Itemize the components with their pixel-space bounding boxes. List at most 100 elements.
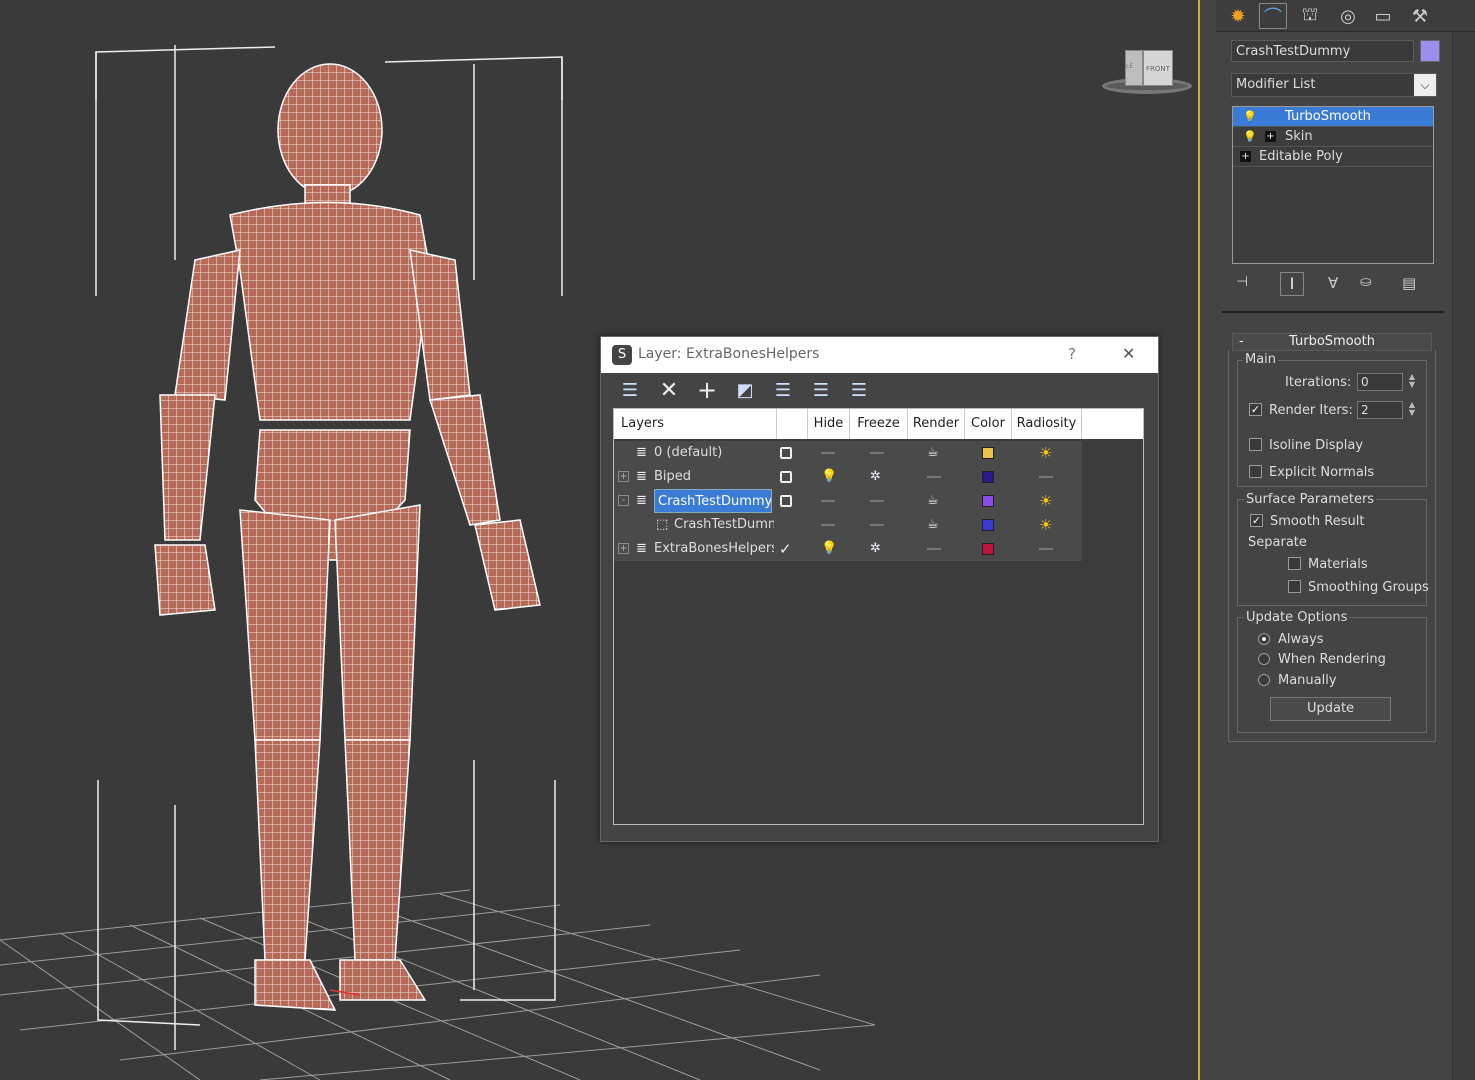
layer-row[interactable]: ≣ 0 (default) ☕ ☀ bbox=[614, 441, 1082, 465]
layer-row[interactable]: ⬚ CrashTestDumm ☕ ☀ bbox=[614, 513, 1082, 537]
remove-modifier-icon[interactable]: ⛀ bbox=[1360, 274, 1372, 290]
current-layer-toggle[interactable] bbox=[780, 471, 792, 483]
configure-sets-icon[interactable]: ▤ bbox=[1402, 274, 1416, 292]
layer-name[interactable]: CrashTestDumm bbox=[674, 513, 774, 537]
spinner-arrows-icon[interactable]: ▲ ▼ bbox=[1406, 401, 1418, 419]
when-rendering-radio[interactable] bbox=[1258, 653, 1270, 665]
isoline-display-checkbox[interactable] bbox=[1249, 438, 1262, 451]
chevron-down-icon[interactable]: ⌵ bbox=[1414, 74, 1436, 96]
smoothing-groups-checkbox[interactable] bbox=[1288, 580, 1301, 593]
materials-checkbox[interactable] bbox=[1288, 557, 1301, 570]
motion-icon[interactable]: ◎ bbox=[1334, 3, 1362, 29]
layer-color-swatch[interactable] bbox=[982, 519, 994, 531]
create-icon[interactable]: ✹ bbox=[1224, 3, 1252, 29]
column-header-render[interactable]: Render bbox=[908, 409, 965, 439]
hide-off[interactable] bbox=[821, 500, 835, 502]
column-header-radiosity[interactable]: Radiosity bbox=[1012, 409, 1082, 439]
radiosity-sun-icon[interactable]: ☀ bbox=[1039, 513, 1052, 537]
freeze-off[interactable] bbox=[870, 452, 884, 454]
renderable-teapot-icon[interactable]: ☕ bbox=[927, 513, 939, 537]
select-layer-icon[interactable]: ☰ bbox=[770, 377, 796, 403]
freeze-off[interactable] bbox=[870, 524, 884, 526]
renderable-teapot-icon[interactable]: ☕ bbox=[927, 441, 939, 465]
render-off[interactable] bbox=[927, 548, 941, 550]
stack-item-editable-poly[interactable]: + Editable Poly bbox=[1233, 147, 1433, 167]
layer-row[interactable]: + ≣ ExtraBonesHelpers ✓ 💡 ✲ bbox=[614, 537, 1082, 561]
collapse-toggle[interactable]: - bbox=[1239, 334, 1244, 350]
collapse-icon[interactable]: - bbox=[618, 495, 629, 506]
current-layer-check-icon[interactable]: ✓ bbox=[779, 537, 792, 561]
pin-stack-icon[interactable]: ⊣ bbox=[1236, 274, 1248, 290]
layer-name[interactable]: 0 (default) bbox=[654, 441, 774, 465]
layer-color-swatch[interactable] bbox=[982, 543, 994, 555]
show-end-result-icon[interactable]: I bbox=[1280, 272, 1304, 296]
expand-icon[interactable]: + bbox=[1240, 151, 1251, 162]
renderable-teapot-icon[interactable]: ☕ bbox=[927, 489, 939, 513]
delete-layer-icon[interactable]: ✕ bbox=[656, 377, 682, 403]
viewcube-front-face[interactable]: FRONT bbox=[1143, 50, 1173, 86]
current-layer-toggle[interactable] bbox=[780, 447, 792, 459]
turbosmooth-rollout-header[interactable]: - TurboSmooth bbox=[1232, 333, 1432, 351]
hidden-bulb-icon[interactable]: 💡 bbox=[821, 537, 837, 561]
panel-scrollbar[interactable] bbox=[1452, 32, 1475, 1080]
close-button[interactable]: ✕ bbox=[1122, 344, 1135, 363]
column-header-current[interactable] bbox=[777, 409, 808, 439]
smooth-result-checkbox[interactable]: ✓ bbox=[1250, 514, 1263, 527]
radiosity-sun-icon[interactable]: ☀ bbox=[1039, 489, 1052, 513]
radiosity-sun-icon[interactable]: ☀ bbox=[1039, 441, 1052, 465]
layer-row[interactable]: + ≣ Biped 💡 ✲ bbox=[614, 465, 1082, 489]
stack-item-skin[interactable]: 💡 + Skin bbox=[1233, 127, 1433, 147]
layer-row[interactable]: - ≣ CrashTestDummy ☕ ☀ bbox=[614, 489, 1082, 513]
create-layer-icon[interactable]: ☰ bbox=[617, 377, 643, 403]
update-button[interactable]: Update bbox=[1270, 697, 1391, 721]
render-off[interactable] bbox=[927, 476, 941, 478]
hierarchy-icon[interactable]: ⛫ bbox=[1296, 3, 1324, 29]
display-icon[interactable]: ▭ bbox=[1369, 3, 1397, 29]
freeze-off[interactable] bbox=[870, 500, 884, 502]
radiosity-off[interactable] bbox=[1039, 476, 1053, 478]
select-objects-in-layer-icon[interactable]: ◩ bbox=[732, 377, 758, 403]
layer-name[interactable]: CrashTestDummy bbox=[654, 489, 772, 513]
render-iters-spinner[interactable]: 2 bbox=[1357, 401, 1403, 419]
hide-off[interactable] bbox=[821, 524, 835, 526]
modifier-list-dropdown[interactable]: Modifier List bbox=[1231, 73, 1437, 97]
hide-freeze-all-icon[interactable]: ☰ bbox=[846, 377, 872, 403]
layer-name[interactable]: Biped bbox=[654, 465, 774, 489]
explicit-normals-checkbox[interactable] bbox=[1249, 465, 1262, 478]
stack-item-turbosmooth[interactable]: 💡 TurboSmooth bbox=[1233, 107, 1433, 127]
expand-icon[interactable]: + bbox=[618, 543, 629, 554]
column-header-layers[interactable]: Layers bbox=[614, 409, 777, 439]
column-header-freeze[interactable]: Freeze bbox=[850, 409, 908, 439]
expand-icon[interactable]: + bbox=[1265, 131, 1276, 142]
column-header-color[interactable]: Color bbox=[965, 409, 1012, 439]
modify-icon[interactable]: ⌒ bbox=[1259, 3, 1287, 29]
render-iters-checkbox[interactable]: ✓ bbox=[1249, 403, 1262, 416]
always-radio[interactable] bbox=[1258, 633, 1270, 645]
add-to-layer-icon[interactable]: + bbox=[694, 376, 720, 404]
make-unique-icon[interactable]: ∀ bbox=[1328, 274, 1338, 292]
current-layer-toggle[interactable] bbox=[780, 495, 792, 507]
dialog-titlebar[interactable]: S Layer: ExtraBonesHelpers ? ✕ bbox=[601, 337, 1158, 373]
radiosity-off[interactable] bbox=[1039, 548, 1053, 550]
expand-icon[interactable]: + bbox=[618, 471, 629, 482]
help-button[interactable]: ? bbox=[1068, 345, 1076, 363]
lightbulb-icon[interactable]: 💡 bbox=[1243, 127, 1257, 147]
object-color-swatch[interactable] bbox=[1420, 40, 1440, 62]
frozen-snowflake-icon[interactable]: ✲ bbox=[870, 465, 881, 489]
frozen-snowflake-icon[interactable]: ✲ bbox=[870, 537, 881, 561]
hidden-bulb-icon[interactable]: 💡 bbox=[821, 465, 837, 489]
spinner-arrows-icon[interactable]: ▲ ▼ bbox=[1406, 373, 1418, 391]
viewcube[interactable]: FRONT LE bbox=[1100, 45, 1195, 100]
layer-color-swatch[interactable] bbox=[982, 471, 994, 483]
utilities-icon[interactable]: ⚒ bbox=[1406, 3, 1434, 29]
layer-color-swatch[interactable] bbox=[982, 495, 994, 507]
object-name-field[interactable]: CrashTestDummy bbox=[1231, 40, 1414, 62]
lightbulb-icon[interactable]: 💡 bbox=[1243, 107, 1257, 127]
layer-name[interactable]: ExtraBonesHelpers bbox=[654, 537, 774, 561]
layer-color-swatch[interactable] bbox=[982, 447, 994, 459]
manually-radio[interactable] bbox=[1258, 674, 1270, 686]
hide-off[interactable] bbox=[821, 452, 835, 454]
iterations-spinner[interactable]: 0 bbox=[1357, 373, 1403, 391]
set-current-layer-icon[interactable]: ☰ bbox=[808, 377, 834, 403]
column-header-hide[interactable]: Hide bbox=[808, 409, 850, 439]
